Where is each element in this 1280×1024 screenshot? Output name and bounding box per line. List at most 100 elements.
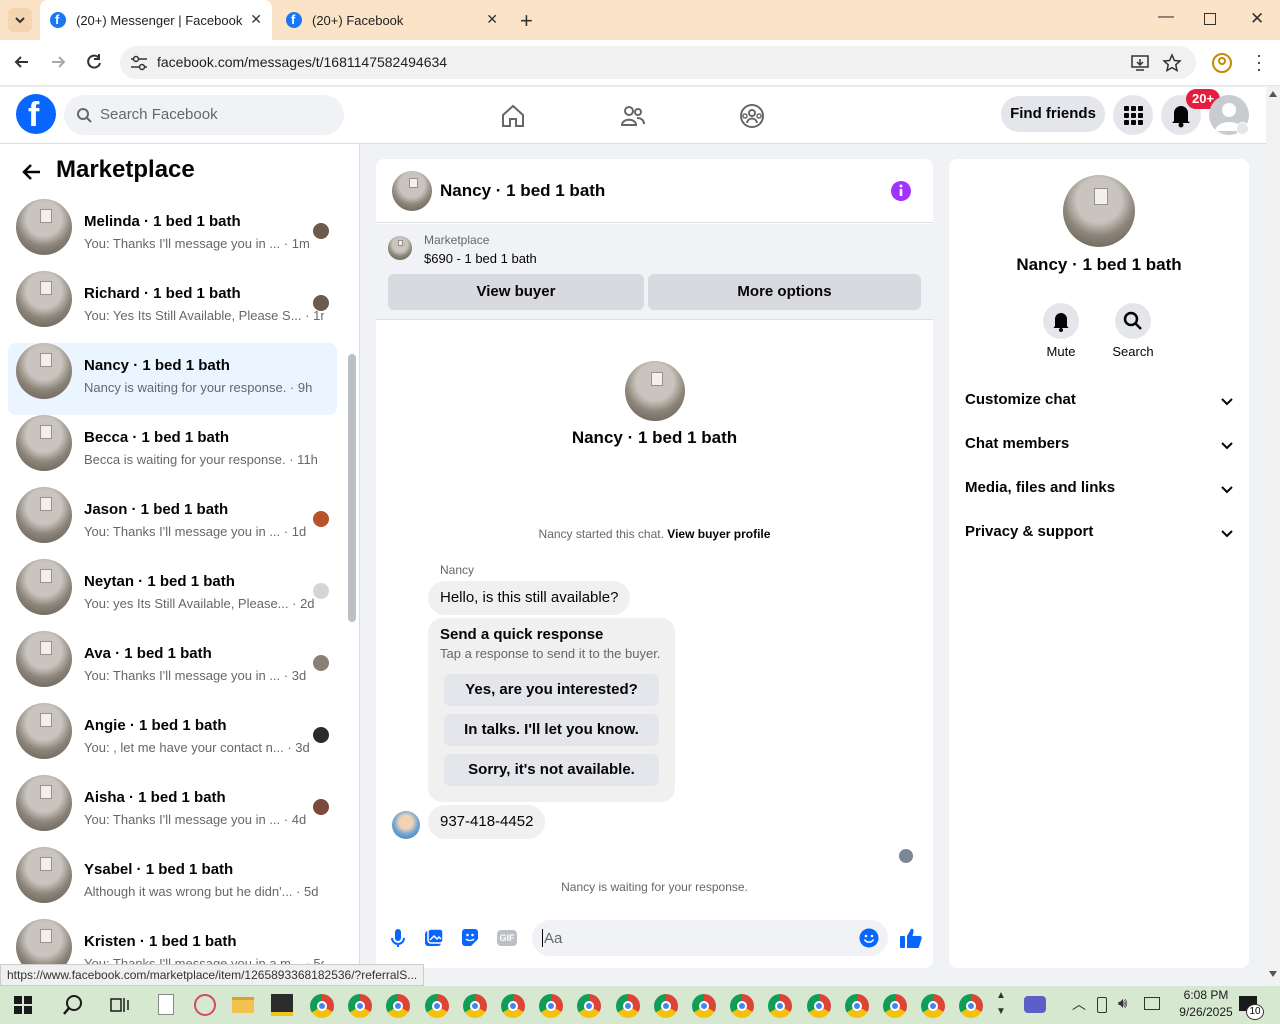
chrome-taskbar-icon[interactable] [424,994,449,1018]
sticker-icon[interactable] [460,928,480,948]
install-app-icon[interactable] [1130,53,1150,73]
forward-button[interactable] [48,52,68,72]
emoji-icon[interactable] [859,928,879,948]
view-buyer-button[interactable]: View buyer [388,274,644,310]
tab-messenger[interactable]: (20+) Messenger | Facebook ✕ [40,0,272,40]
mute-button[interactable] [1043,303,1079,339]
privacy-support-section[interactable]: Privacy & support [965,523,1235,547]
page-scrollbar[interactable] [1266,87,1280,986]
meet-icon[interactable] [1024,996,1046,1013]
groups-icon[interactable] [739,103,765,129]
chrome-taskbar-icon[interactable] [462,994,487,1018]
chrome-taskbar-icon[interactable] [310,994,334,1018]
restore-window-button[interactable] [1204,13,1216,25]
customize-chat-section[interactable]: Customize chat [965,391,1235,415]
chrome-taskbar-icon[interactable] [501,994,525,1018]
tray-overflow-icon[interactable]: ︿ [1072,994,1086,1014]
message-input[interactable]: Aa [532,920,888,956]
chrome-taskbar-icon[interactable] [653,994,678,1018]
media-files-links-section[interactable]: Media, files and links [965,479,1235,503]
photo-icon[interactable] [424,928,444,948]
account-chevron-icon[interactable] [1236,122,1249,135]
scroll-down-arrow-icon[interactable] [1269,971,1277,977]
find-friends-button[interactable]: Find friends [1001,96,1105,132]
chrome-taskbar-icon[interactable] [386,994,411,1018]
taskbar-search-icon[interactable] [62,994,84,1016]
message-bubble[interactable]: Hello, is this still available? [428,581,631,615]
view-buyer-profile-link[interactable]: View buyer profile [667,527,770,541]
scroll-up-arrow-icon[interactable] [1269,91,1277,97]
menu-button[interactable] [1113,95,1153,135]
conversation-item[interactable]: Neytan · 1 bed 1 bath You: yes Its Still … [8,559,337,631]
clock-date[interactable]: 9/26/2025 [1166,1005,1246,1019]
chat-avatar[interactable] [392,171,432,211]
listing-title[interactable]: $690 - 1 bed 1 bath [424,251,537,266]
chrome-taskbar-icon[interactable] [692,994,716,1018]
close-tab-icon[interactable]: ✕ [486,11,498,28]
chrome-taskbar-icon[interactable] [844,994,869,1018]
chrome-taskbar-icon[interactable] [768,994,793,1018]
close-tab-icon[interactable]: ✕ [250,11,262,28]
conversation-item[interactable]: Aisha · 1 bed 1 bath You: Thanks I'll mes… [8,775,337,847]
chrome-taskbar-icon[interactable] [959,994,984,1018]
chrome-taskbar-icon[interactable] [921,994,946,1018]
chrome-taskbar-icon[interactable] [539,994,564,1018]
task-view-icon[interactable] [110,996,130,1014]
conversation-item[interactable]: Nancy · 1 bed 1 bath Nancy is waiting for… [8,343,337,415]
network-icon[interactable] [1144,997,1160,1010]
conversation-item[interactable]: Kristen · 1 bed 1 bath You: Thanks I'll m… [8,919,337,966]
conversation-item[interactable]: Becca · 1 bed 1 bath Becca is waiting for… [8,415,337,487]
quick-response-button[interactable]: In talks. I'll let you know. [444,714,659,746]
back-arrow-icon[interactable] [20,160,44,184]
back-button[interactable] [12,52,32,72]
minimize-window-button[interactable]: — [1158,8,1174,26]
volume-icon[interactable]: 🔊︎ [1118,995,1127,1012]
search-input[interactable]: Search Facebook [64,95,344,135]
file-icon[interactable] [158,994,174,1015]
chrome-taskbar-icon[interactable] [883,994,907,1018]
quick-response-button[interactable]: Yes, are you interested? [444,674,659,706]
conversation-item[interactable]: Jason · 1 bed 1 bath You: Thanks I'll mes… [8,487,337,559]
chat-title[interactable]: Nancy · 1 bed 1 bath [440,181,605,201]
more-options-button[interactable]: More options [648,274,921,310]
profile-icon[interactable] [1211,52,1233,74]
reload-button[interactable] [84,52,104,72]
snipping-tool-icon[interactable] [194,994,216,1016]
chrome-taskbar-icon[interactable] [615,994,640,1018]
windows-start-icon[interactable] [14,996,32,1014]
conversation-item[interactable]: Richard · 1 bed 1 bath You: Yes Its Still… [8,271,337,343]
chrome-taskbar-icon[interactable] [577,994,602,1018]
details-avatar[interactable] [1063,175,1135,247]
browser-menu-icon[interactable]: · · · [1256,46,1262,78]
address-bar[interactable]: facebook.com/messages/t/1681147582494634 [120,46,1196,79]
microphone-icon[interactable] [388,928,408,948]
conversation-item[interactable]: Ava · 1 bed 1 bath You: Thanks I'll messa… [8,631,337,703]
tray-chevron-icon[interactable]: ▲ ▼ [996,988,1006,1020]
sidebar-scrollbar[interactable] [348,354,356,622]
tab-search-dropdown[interactable] [8,8,32,32]
chrome-taskbar-icon[interactable] [730,994,755,1018]
sender-avatar[interactable] [392,811,420,839]
info-icon[interactable] [890,180,912,202]
site-settings-icon[interactable] [130,54,148,72]
chat-members-section[interactable]: Chat members [965,435,1235,459]
message-bubble[interactable]: 937-418-4452 [428,805,546,839]
bookmark-star-icon[interactable] [1162,53,1182,73]
conversation-item[interactable]: Ysabel · 1 bed 1 bath Although it was wro… [8,847,337,919]
search-in-chat-button[interactable] [1115,303,1151,339]
clock-time[interactable]: 6:08 PM [1166,988,1246,1002]
chrome-taskbar-icon[interactable] [348,994,373,1018]
gif-icon[interactable]: GIF [497,930,517,946]
thumbs-up-icon[interactable] [899,926,923,950]
friends-icon[interactable] [620,103,646,129]
new-tab-button[interactable]: + [520,8,533,34]
profile-avatar-large[interactable] [625,361,685,421]
app-icon[interactable] [271,994,293,1016]
close-window-button[interactable]: ✕ [1250,9,1264,29]
chrome-taskbar-icon[interactable] [806,994,831,1018]
quick-response-button[interactable]: Sorry, it's not available. [444,754,659,786]
conversation-item[interactable]: Angie · 1 bed 1 bath You: , let me have y… [8,703,337,775]
home-icon[interactable] [500,103,526,129]
file-explorer-icon[interactable] [232,997,254,1013]
facebook-logo[interactable]: f [16,94,56,134]
